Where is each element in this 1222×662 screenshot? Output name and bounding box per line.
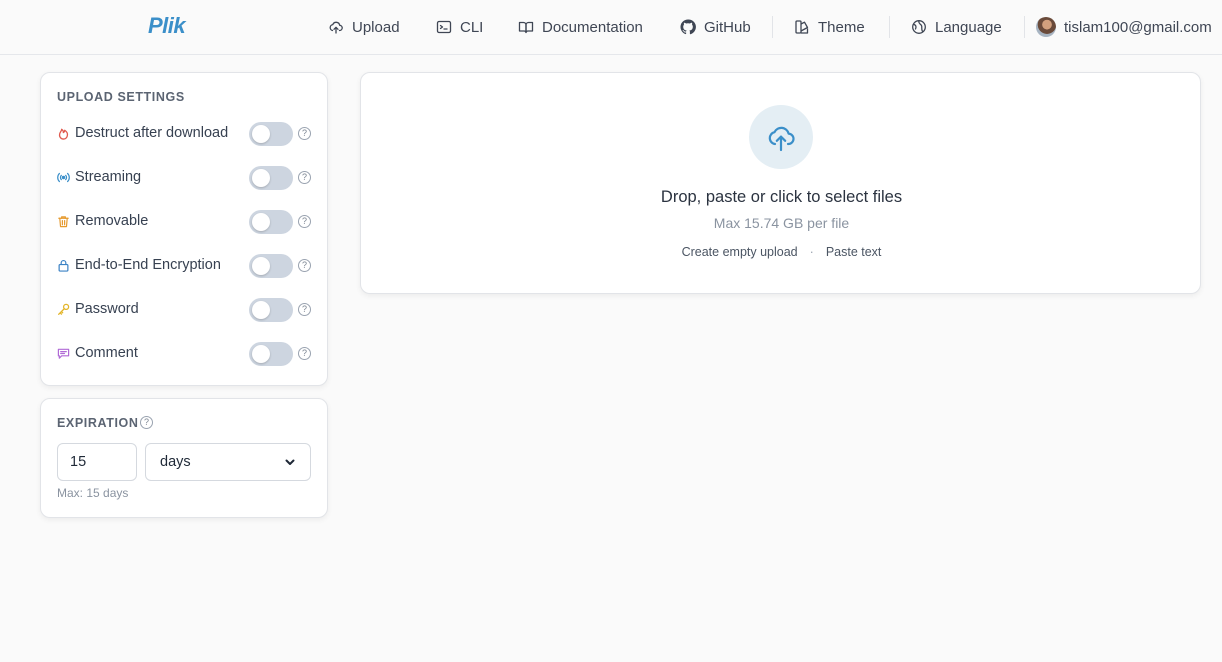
user-email: tislam100@gmail.com xyxy=(1064,18,1212,36)
avatar xyxy=(1036,17,1056,37)
help-icon[interactable]: ? xyxy=(298,215,311,228)
nav-theme[interactable]: Theme xyxy=(794,17,865,37)
setting-password: Password ? xyxy=(57,298,313,322)
setting-label: End-to-End Encryption xyxy=(75,257,221,273)
setting-label: Destruct after download xyxy=(75,125,229,141)
toggle-knob xyxy=(252,169,270,187)
trash-icon xyxy=(58,216,69,228)
setting-end-to-end-encryption: End-to-End Encryption ? xyxy=(57,254,313,278)
help-icon[interactable]: ? xyxy=(298,171,311,184)
streaming-toggle[interactable] xyxy=(249,166,293,190)
setting-label: Password xyxy=(75,301,139,317)
help-icon[interactable]: ? xyxy=(140,416,153,429)
nav-divider xyxy=(772,16,773,38)
setting-label: Comment xyxy=(75,345,138,361)
setting-comment: Comment ? xyxy=(57,342,313,366)
expiration-panel: EXPIRATION ? days Max: 15 days xyxy=(40,398,328,518)
setting-streaming: Streaming ? xyxy=(57,166,313,190)
nav-upload-label: Upload xyxy=(352,18,400,36)
terminal-icon xyxy=(436,20,452,34)
palette-icon xyxy=(795,20,809,34)
upload-settings-title: UPLOAD SETTINGS xyxy=(57,90,185,104)
user-menu[interactable]: tislam100@gmail.com xyxy=(1036,17,1212,37)
toggle-knob xyxy=(252,257,270,275)
create-empty-upload-link[interactable]: Create empty upload xyxy=(682,245,798,259)
upload-icon-circle xyxy=(749,105,813,169)
nav-documentation[interactable]: Documentation xyxy=(518,17,643,37)
help-icon[interactable]: ? xyxy=(298,303,311,316)
toggle-knob xyxy=(252,213,270,231)
separator-dot: · xyxy=(809,245,814,259)
flame-icon xyxy=(58,128,69,140)
nav-upload[interactable]: Upload xyxy=(328,17,400,37)
dropzone-title: Drop, paste or click to select files xyxy=(660,188,903,206)
globe-icon xyxy=(912,20,926,34)
expiration-unit-select[interactable]: days xyxy=(145,443,311,481)
nav-divider xyxy=(889,16,890,38)
book-icon xyxy=(518,21,534,34)
nav-language[interactable]: Language xyxy=(911,17,1002,37)
comment-icon xyxy=(57,348,70,359)
help-icon[interactable]: ? xyxy=(298,259,311,272)
setting-label: Streaming xyxy=(75,169,142,185)
upload-cloud-icon xyxy=(768,126,795,152)
nav-documentation-label: Documentation xyxy=(542,18,643,36)
github-icon xyxy=(680,19,696,35)
top-navbar: Plik Upload CLI Documentation GitHub The… xyxy=(0,0,1222,55)
chevron-down-icon xyxy=(285,459,295,465)
password-toggle[interactable] xyxy=(249,298,293,322)
expiration-value-input[interactable] xyxy=(57,443,137,481)
expiration-unit-value: days xyxy=(160,454,191,470)
setting-removable: Removable ? xyxy=(57,210,313,234)
help-icon[interactable]: ? xyxy=(298,347,311,360)
file-dropzone[interactable]: Drop, paste or click to select files Max… xyxy=(360,72,1201,294)
nav-theme-label: Theme xyxy=(818,18,865,36)
encryption-toggle[interactable] xyxy=(249,254,293,278)
nav-github[interactable]: GitHub xyxy=(680,17,751,37)
nav-github-label: GitHub xyxy=(704,18,751,36)
app-logo[interactable]: Plik xyxy=(148,13,186,39)
dropzone-max-size: Max 15.74 GB per file xyxy=(713,215,850,231)
toggle-knob xyxy=(252,345,270,363)
nav-language-label: Language xyxy=(935,18,1002,36)
nav-cli-label: CLI xyxy=(460,18,484,36)
setting-destruct-after-download: Destruct after download ? xyxy=(57,122,313,146)
nav-divider xyxy=(1024,16,1025,38)
comment-toggle[interactable] xyxy=(249,342,293,366)
key-icon xyxy=(58,303,70,315)
dropzone-actions: Create empty upload · Paste text xyxy=(361,245,1202,259)
removable-toggle[interactable] xyxy=(249,210,293,234)
destruct-toggle[interactable] xyxy=(249,122,293,146)
toggle-knob xyxy=(252,125,270,143)
paste-text-link[interactable]: Paste text xyxy=(826,245,882,259)
toggle-knob xyxy=(252,301,270,319)
expiration-title: EXPIRATION xyxy=(57,416,139,430)
lock-icon xyxy=(58,259,69,272)
nav-cli[interactable]: CLI xyxy=(436,17,483,37)
broadcast-icon xyxy=(57,172,70,183)
upload-settings-panel: UPLOAD SETTINGS Destruct after download … xyxy=(40,72,328,386)
help-icon[interactable]: ? xyxy=(298,127,311,140)
expiration-max-note: Max: 15 days xyxy=(57,486,129,500)
upload-cloud-icon xyxy=(329,21,343,34)
setting-label: Removable xyxy=(75,213,149,229)
